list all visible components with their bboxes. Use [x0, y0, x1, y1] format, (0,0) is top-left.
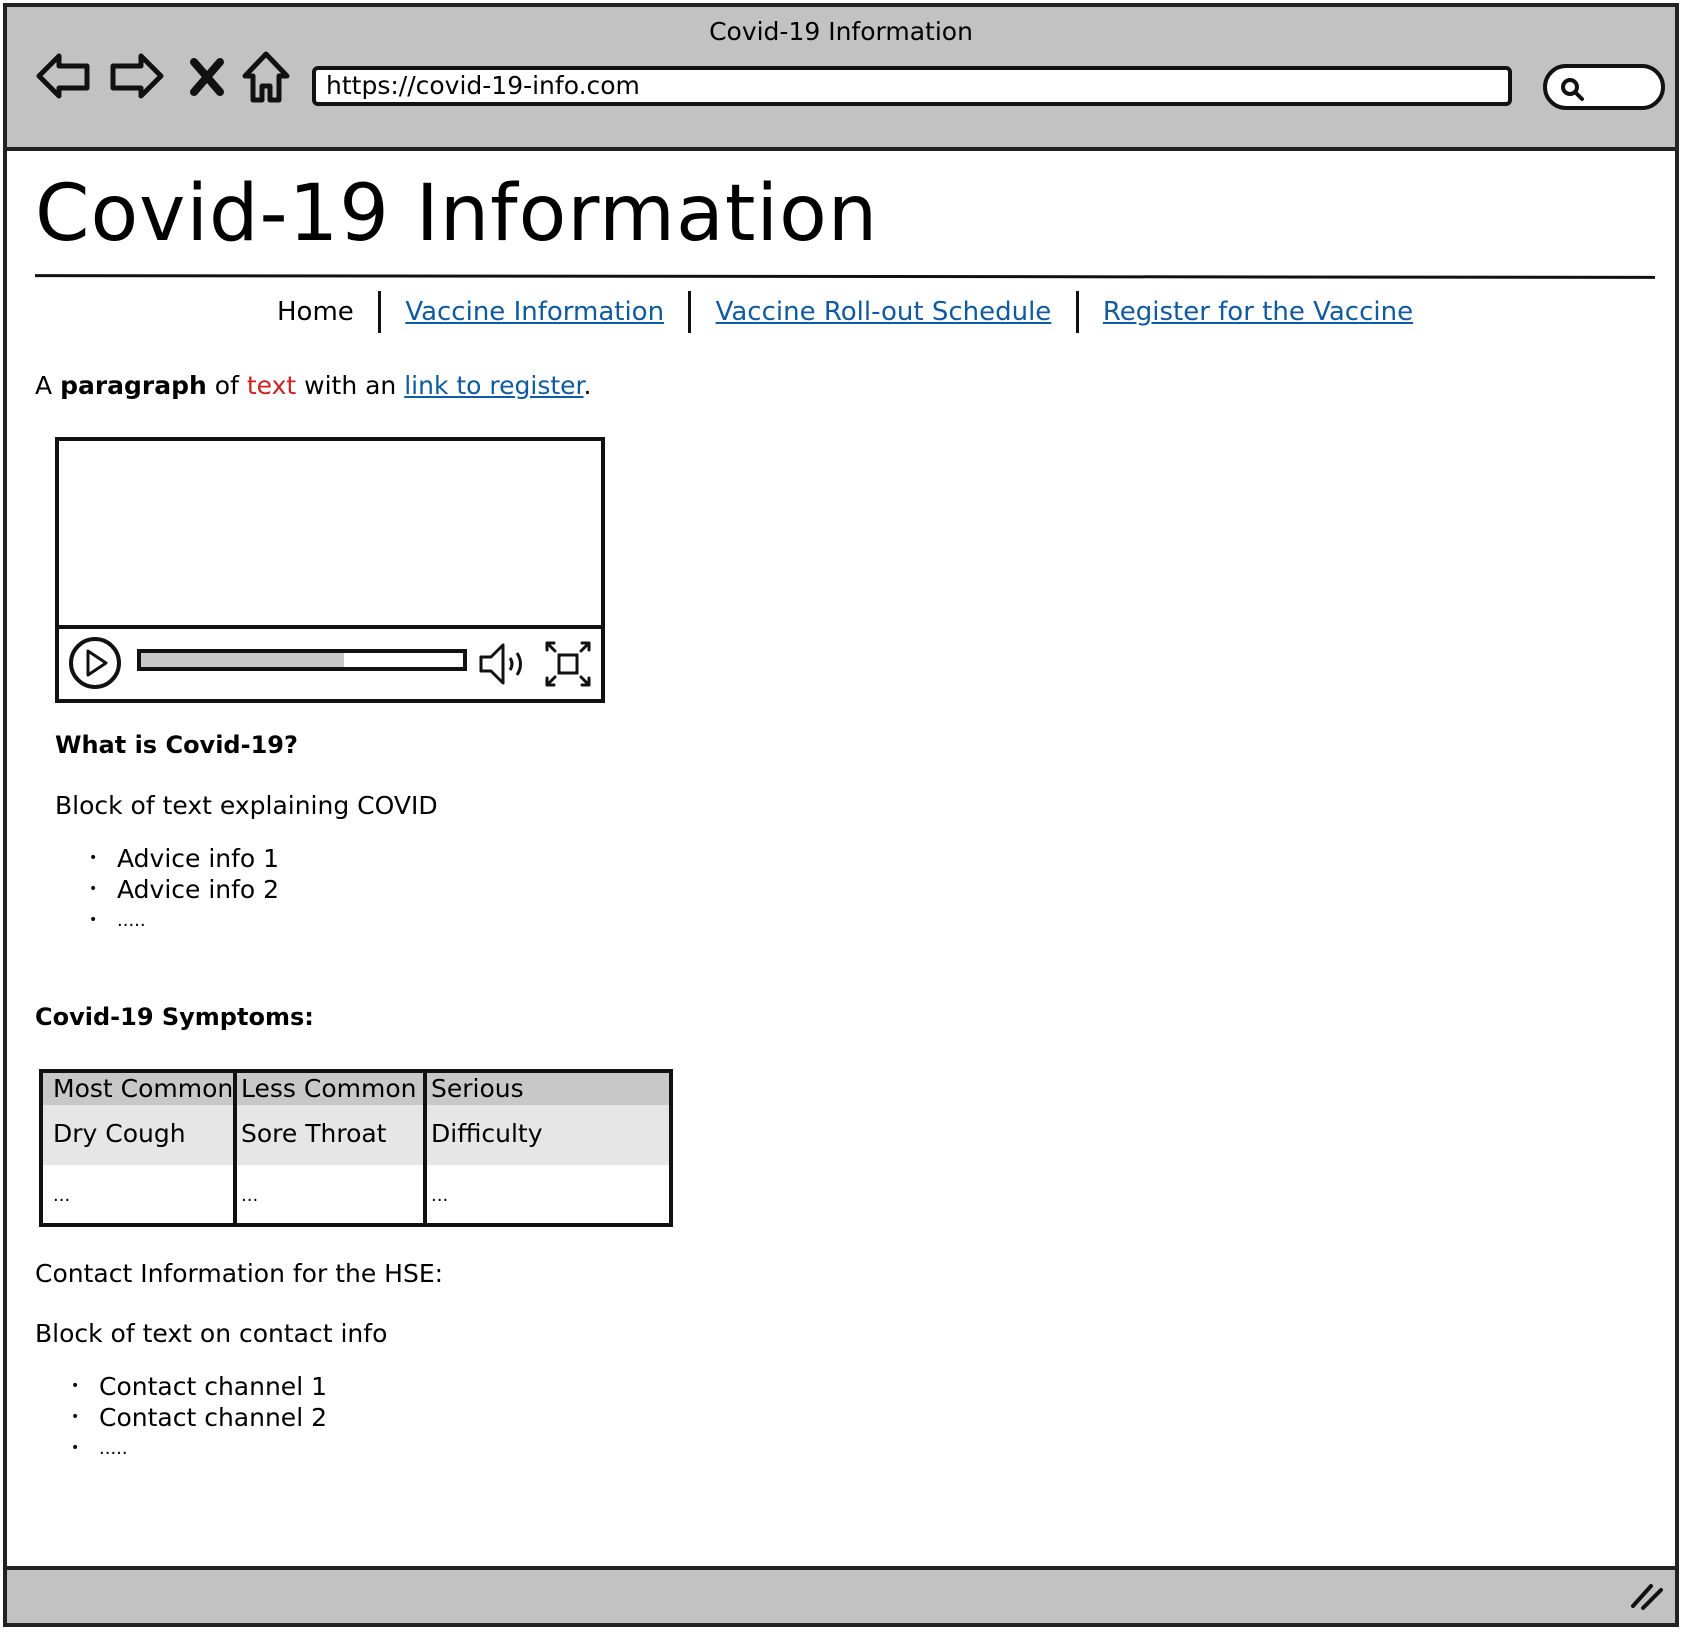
intro-text: . [583, 371, 592, 400]
contact-info-text: Block of text on contact info [35, 1319, 388, 1348]
table-column-divider [423, 1073, 427, 1223]
symptoms-heading: Covid-19 Symptoms: [35, 1003, 314, 1031]
list-item: ..... [89, 905, 279, 936]
what-is-heading: What is Covid-19? [55, 731, 298, 759]
nav-separator [378, 291, 382, 333]
intro-text: A [35, 371, 61, 400]
nav-link-vaccine-information[interactable]: Vaccine Information [405, 297, 664, 327]
video-progress-bar[interactable] [137, 649, 467, 671]
table-header-cell: Most Common [53, 1074, 234, 1103]
contact-heading: Contact Information for the HSE: [35, 1259, 444, 1288]
table-row: ... ... ... [43, 1165, 669, 1223]
intro-paragraph: A paragraph of text with an link to regi… [35, 371, 592, 400]
main-nav: Home Vaccine Information Vaccine Roll-ou… [277, 291, 1413, 333]
table-header-cell: Less Common [241, 1074, 417, 1103]
search-icon [1557, 74, 1587, 108]
url-bar[interactable]: https://covid-19-info.com [312, 66, 1512, 106]
covid-explanation-text: Block of text explaining COVID [55, 791, 438, 820]
table-cell: ... [241, 1185, 259, 1206]
table-column-divider [233, 1073, 237, 1223]
video-controls [59, 625, 601, 699]
nav-link-rollout-schedule[interactable]: Vaccine Roll-out Schedule [716, 297, 1052, 327]
nav-separator [1075, 291, 1079, 333]
browser-window: Covid-19 Information https://covid-19-in… [3, 3, 1679, 1627]
close-icon[interactable] [189, 57, 225, 101]
page-content: Covid-19 Information Home Vaccine Inform… [7, 151, 1675, 1566]
status-bar [7, 1566, 1675, 1623]
volume-icon[interactable] [477, 639, 533, 693]
table-cell: Dry Cough [53, 1119, 186, 1148]
fullscreen-icon[interactable] [543, 639, 593, 693]
video-progress-fill [141, 653, 344, 667]
intro-red-text: text [246, 371, 297, 400]
nav-separator [688, 291, 692, 333]
advice-list: Advice info 1 Advice info 2 ..... [89, 843, 279, 936]
table-cell: Difficulty breathing [431, 1119, 552, 1206]
browser-chrome: Covid-19 Information https://covid-19-in… [7, 7, 1675, 151]
back-arrow-icon[interactable] [35, 50, 93, 106]
list-item: ..... [71, 1433, 327, 1464]
register-link[interactable]: link to register [404, 371, 583, 400]
list-item: Contact channel 2 [71, 1402, 327, 1433]
contact-list: Contact channel 1 Contact channel 2 ....… [71, 1371, 327, 1464]
nav-home[interactable]: Home [277, 297, 354, 327]
table-cell: Sore Throat [241, 1119, 387, 1148]
intro-text: of [206, 371, 247, 400]
table-header-cell: Serious [431, 1074, 524, 1103]
search-button[interactable] [1543, 64, 1665, 110]
forward-arrow-icon[interactable] [107, 50, 165, 106]
table-row: Dry Cough Sore Throat Difficulty breathi… [43, 1105, 669, 1206]
video-player[interactable] [55, 437, 605, 703]
resize-grip-icon[interactable] [1629, 1582, 1663, 1614]
play-icon[interactable] [67, 635, 123, 695]
table-header-row: Most Common Less Common Serious [43, 1073, 669, 1105]
intro-bold: paragraph [60, 371, 207, 400]
table-cell: ... [53, 1185, 71, 1206]
list-item: Advice info 2 [89, 874, 279, 905]
home-icon[interactable] [241, 50, 291, 110]
table-cell: ... [431, 1185, 449, 1206]
list-item: Advice info 1 [89, 843, 279, 874]
intro-text: with an [296, 371, 405, 400]
nav-link-register[interactable]: Register for the Vaccine [1103, 297, 1413, 327]
title-divider [34, 274, 1656, 279]
page-title: Covid-19 Information [35, 169, 879, 259]
symptoms-table: Most Common Less Common Serious Dry Coug… [39, 1069, 673, 1227]
list-item: Contact channel 1 [71, 1371, 327, 1402]
window-title: Covid-19 Information [709, 17, 973, 46]
